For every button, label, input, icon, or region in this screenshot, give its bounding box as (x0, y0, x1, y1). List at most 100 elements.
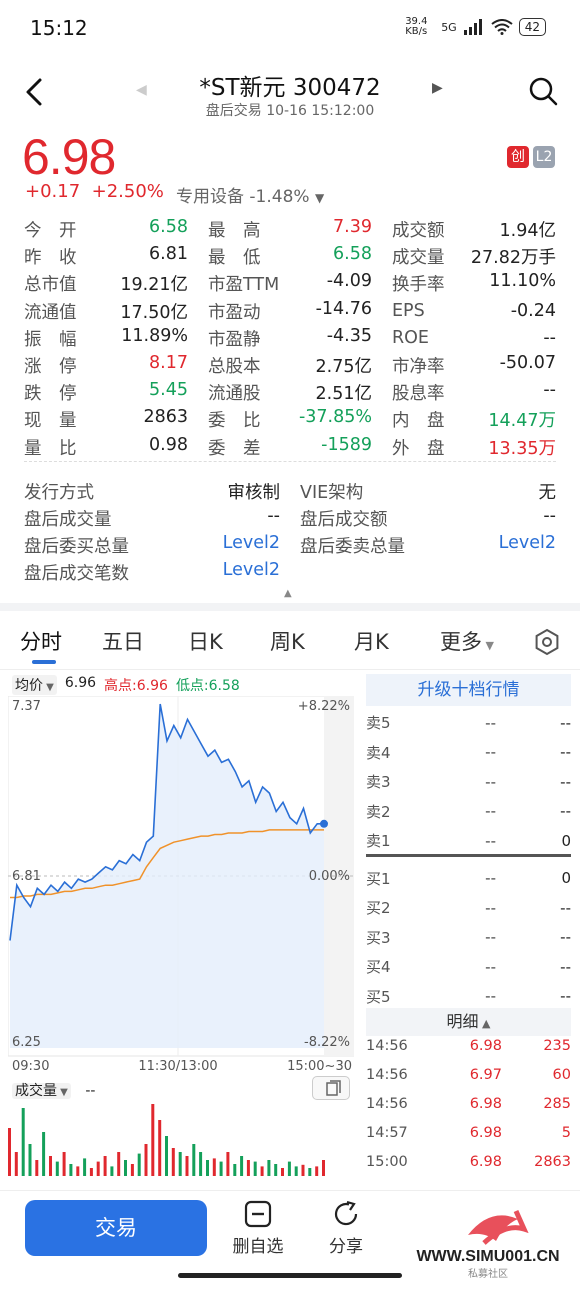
stock-badges: 创 L2 (507, 146, 555, 168)
stat-item: 涨 停 8.17 (24, 353, 188, 378)
info-item: 盘后成交额 -- (300, 506, 556, 531)
chart-expand-icon[interactable] (312, 1076, 350, 1100)
bid-row: 买2 -- -- (366, 893, 571, 923)
volume-bar (294, 1166, 298, 1176)
volume-bar (171, 1148, 175, 1176)
divider (0, 1190, 580, 1191)
volume-bar (322, 1160, 325, 1176)
order-price: -- (485, 772, 496, 791)
stat-value: 13.35万 (488, 438, 556, 459)
stat-item: 跌 停 5.45 (24, 380, 188, 405)
chevron-down-icon: ▼ (43, 682, 54, 693)
info-row: 盘后委买总量 Level2 盘后委卖总量 Level2 (24, 532, 556, 559)
volume-bar (287, 1161, 291, 1176)
stats-row: 振 幅 11.89% 市盈静 -4.35 ROE -- (24, 325, 556, 352)
stat-value: 0.98 (149, 434, 188, 455)
collapse-icon[interactable]: ▲ (284, 588, 292, 599)
order-label: 卖3 (366, 773, 391, 792)
home-indicator[interactable] (178, 1273, 402, 1278)
settings-hexagon-icon[interactable] (533, 628, 561, 656)
high-point: 高点:6.96 (104, 678, 168, 694)
trade-vol: 285 (543, 1095, 571, 1112)
trade-row: 14:56 6.98 235 (366, 1031, 571, 1060)
tab-monthly-k[interactable]: 月K (354, 626, 389, 656)
volume-bar (62, 1152, 66, 1176)
section-divider (0, 603, 580, 611)
trade-vol: 235 (543, 1037, 571, 1054)
stat-value: 7.39 (333, 217, 372, 238)
volume-bar (165, 1136, 168, 1176)
stat-value: 6.81 (149, 244, 188, 265)
stat-label: 市盈静 (208, 329, 261, 350)
info-item[interactable]: 盘后成交笔数 Level2 (24, 560, 280, 585)
volume-selector[interactable]: 成交量 ▼ (12, 1083, 71, 1099)
upgrade-level10-button[interactable]: 升级十档行情 (366, 674, 571, 706)
stat-value: 6.58 (149, 217, 188, 238)
trade-price: 6.98 (469, 1125, 502, 1142)
bid-row: 买3 -- -- (366, 923, 571, 953)
tab-five-day[interactable]: 五日 (102, 626, 144, 656)
stat-value: -50.07 (499, 353, 556, 374)
price-change: +0.17 +2.50% (25, 181, 164, 202)
sector-link[interactable]: 专用设备 -1.48% ▼ (176, 182, 324, 207)
volume-bar (158, 1120, 162, 1176)
volume-bar (69, 1164, 73, 1176)
search-icon[interactable] (528, 76, 558, 106)
stat-item: 委 比 -37.85% (208, 407, 372, 432)
volume-bar (89, 1168, 93, 1176)
trade-time: 14:57 (366, 1125, 408, 1142)
low-point: 低点:6.58 (175, 678, 240, 694)
info-value: -- (543, 506, 556, 526)
level2-badge: L2 (533, 146, 555, 168)
share-button[interactable]: 分享 (316, 1200, 376, 1257)
info-value: Level2 (498, 533, 556, 553)
avg-price-selector[interactable]: 均价 ▼ (12, 675, 57, 695)
stat-label: 股息率 (392, 384, 445, 405)
volume-bar (315, 1166, 319, 1176)
signal-type: 5G (441, 20, 457, 34)
info-value: Level2 (222, 533, 280, 553)
info-item[interactable]: 盘后委买总量 Level2 (24, 533, 280, 558)
trade-time: 14:56 (366, 1095, 408, 1112)
intraday-chart[interactable]: 7.37 6.81 6.25 +8.22% 0.00% -8.22% 09:30 11:30/… (8, 696, 354, 1072)
stats-row: 流通值 17.50亿 市盈动 -14.76 EPS -0.24 (24, 298, 556, 325)
stat-value: -0.24 (510, 301, 556, 322)
trade-price: 6.98 (469, 1154, 502, 1171)
volume-bar (55, 1161, 59, 1176)
signal-icon (463, 19, 482, 35)
volume-bar (281, 1168, 284, 1176)
stat-label: 最 高 (208, 221, 261, 242)
share-icon (334, 1200, 358, 1226)
volume-bar (144, 1144, 148, 1176)
stat-item: 流通值 17.50亿 (24, 299, 188, 324)
wifi-icon (491, 19, 513, 35)
order-vol: -- (560, 713, 571, 732)
status-time: 15:12 (30, 16, 88, 40)
tab-more[interactable]: 更多 ▼ (440, 626, 494, 656)
detail-label: 明细 (446, 1012, 479, 1031)
order-price: -- (485, 713, 496, 732)
tab-intraday[interactable]: 分时 (20, 626, 62, 656)
tab-weekly-k[interactable]: 周K (270, 626, 305, 656)
remove-watchlist-button[interactable]: 删自选 (228, 1200, 288, 1257)
tab-daily-k[interactable]: 日K (188, 626, 223, 656)
stat-value: 17.50亿 (120, 302, 188, 323)
ask-row: 卖2 -- -- (366, 797, 571, 827)
info-item[interactable]: 盘后委卖总量 Level2 (300, 533, 556, 558)
watermark-logo: WWW.SIMU001.CN 私募社区 (416, 1209, 560, 1280)
trade-list: 14:56 6.98 235 14:56 6.97 60 14:56 6.98 285 14:57… (366, 1031, 571, 1177)
stats-row: 总市值 19.21亿 市盈TTM -4.09 换手率 11.10% (24, 270, 556, 297)
order-vol: 0 (561, 831, 571, 850)
info-label: 盘后成交额 (300, 510, 388, 530)
order-price: -- (485, 802, 496, 821)
order-vol: -- (560, 772, 571, 791)
info-label: 盘后委买总量 (24, 537, 129, 557)
avg-price-value: 6.96 (64, 675, 97, 691)
info-label: 盘后成交笔数 (24, 564, 129, 584)
stat-value: 27.82万手 (470, 248, 556, 269)
trade-button[interactable]: 交易 (25, 1200, 207, 1256)
remove-watchlist-label: 删自选 (232, 1237, 284, 1257)
next-stock-icon[interactable]: ▶ (432, 80, 443, 96)
stat-label: 涨 停 (24, 357, 77, 378)
stat-item: 市盈静 -4.35 (208, 326, 372, 351)
